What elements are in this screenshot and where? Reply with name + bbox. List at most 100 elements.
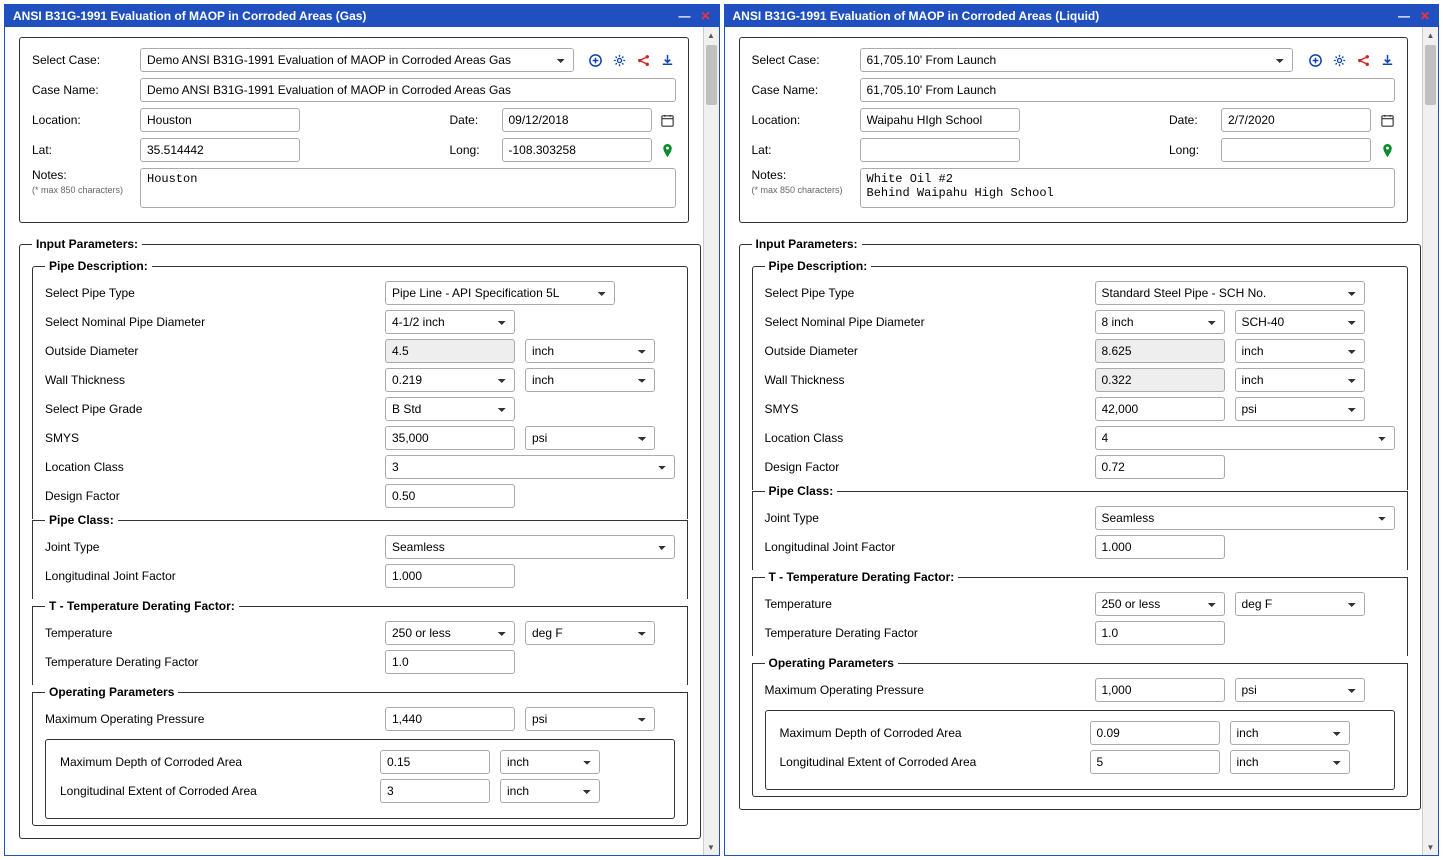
notes-input[interactable] (860, 168, 1396, 208)
scroll-up-icon[interactable]: ▲ (1423, 27, 1438, 43)
smys-input[interactable] (385, 426, 515, 450)
temperature-select[interactable]: 250 or less (1095, 592, 1225, 616)
pipe-grade-select[interactable]: B Std (385, 397, 515, 421)
max-depth-corroded-unit[interactable]: inch (1230, 721, 1350, 745)
label-notes: Notes: (752, 168, 787, 182)
max-depth-corroded-unit[interactable]: inch (500, 750, 600, 774)
smys-unit[interactable]: psi (1235, 397, 1365, 421)
scroll-up-icon[interactable]: ▲ (704, 27, 719, 43)
label-long-extent-corroded: Longitudinal Extent of Corroded Area (60, 784, 370, 798)
location-class-select[interactable]: 4 (1095, 426, 1395, 450)
case-name-input[interactable] (140, 78, 676, 102)
temperature-unit[interactable]: deg F (525, 621, 655, 645)
legend-pipe-desc: Pipe Description: (45, 259, 152, 273)
location-input[interactable] (140, 108, 300, 132)
long-joint-factor-input[interactable] (385, 564, 515, 588)
add-icon[interactable] (588, 52, 604, 68)
design-factor-input[interactable] (1095, 455, 1225, 479)
minimize-button[interactable]: — (1398, 9, 1410, 23)
scroll-down-icon[interactable]: ▼ (704, 839, 719, 855)
max-op-pressure-input[interactable] (1095, 678, 1225, 702)
wall-thickness-unit[interactable]: inch (525, 368, 655, 392)
outside-diameter-unit[interactable]: inch (1235, 339, 1365, 363)
long-extent-corroded-input[interactable] (1090, 750, 1220, 774)
long-extent-corroded-unit[interactable]: inch (1230, 750, 1350, 774)
header-block: Select Case: Demo ANSI B31G-1991 Evaluat… (19, 37, 689, 223)
joint-type-select[interactable]: Seamless (1095, 506, 1395, 530)
download-icon[interactable] (660, 52, 676, 68)
notes-input[interactable] (140, 168, 676, 208)
outside-diameter-input (385, 339, 515, 363)
design-factor-input[interactable] (385, 484, 515, 508)
scrollbar[interactable]: ▲ ▼ (1422, 27, 1438, 855)
temp-derating-factor-input[interactable] (385, 650, 515, 674)
window-gas: ANSI B31G-1991 Evaluation of MAOP in Cor… (4, 4, 720, 856)
calendar-icon[interactable] (660, 112, 676, 128)
scrollbar[interactable]: ▲ ▼ (703, 27, 719, 855)
close-button[interactable]: ✕ (700, 9, 710, 23)
long-input[interactable] (502, 138, 652, 162)
label-lat: Lat: (752, 143, 852, 157)
map-pin-icon[interactable] (660, 142, 676, 158)
label-notes-sub: (* max 850 characters) (752, 185, 843, 195)
sch-select[interactable]: SCH-40 (1235, 310, 1365, 334)
date-input[interactable] (502, 108, 652, 132)
label-notes-sub: (* max 850 characters) (32, 185, 123, 195)
outside-diameter-unit[interactable]: inch (525, 339, 655, 363)
label-case-name: Case Name: (752, 83, 852, 97)
wall-thickness-select[interactable]: 0.219 (385, 368, 515, 392)
temp-derating-factor-input[interactable] (1095, 621, 1225, 645)
lat-input[interactable] (860, 138, 1020, 162)
long-input[interactable] (1221, 138, 1371, 162)
location-class-select[interactable]: 3 (385, 455, 675, 479)
date-input[interactable] (1221, 108, 1371, 132)
nominal-diameter-select[interactable]: 4-1/2 inch (385, 310, 515, 334)
add-icon[interactable] (1307, 52, 1323, 68)
case-name-input[interactable] (860, 78, 1396, 102)
select-case[interactable]: Demo ANSI B31G-1991 Evaluation of MAOP i… (140, 48, 574, 72)
scroll-down-icon[interactable]: ▼ (1423, 839, 1438, 855)
max-depth-corroded-input[interactable] (1090, 721, 1220, 745)
share-icon[interactable] (1355, 52, 1371, 68)
label-temp-derating-factor: Temperature Derating Factor (45, 655, 375, 669)
label-nom-diam: Select Nominal Pipe Diameter (765, 315, 1085, 329)
gear-icon[interactable] (612, 52, 628, 68)
lat-input[interactable] (140, 138, 300, 162)
max-depth-corroded-input[interactable] (380, 750, 490, 774)
window-title: ANSI B31G-1991 Evaluation of MAOP in Cor… (13, 9, 366, 23)
temperature-select[interactable]: 250 or less (385, 621, 515, 645)
max-op-pressure-unit[interactable]: psi (1235, 678, 1365, 702)
wall-thickness-unit[interactable]: inch (1235, 368, 1365, 392)
gear-icon[interactable] (1331, 52, 1347, 68)
long-extent-corroded-input[interactable] (380, 779, 490, 803)
max-op-pressure-unit[interactable]: psi (525, 707, 655, 731)
smys-unit[interactable]: psi (525, 426, 655, 450)
wall-thickness-input (1095, 368, 1225, 392)
label-long: Long: (450, 143, 494, 157)
pipe-type-select[interactable]: Pipe Line - API Specification 5L (385, 281, 615, 305)
location-input[interactable] (860, 108, 1020, 132)
label-pipe-type: Select Pipe Type (765, 286, 1085, 300)
close-button[interactable]: ✕ (1420, 9, 1430, 23)
select-case[interactable]: 61,705.10' From Launch (860, 48, 1294, 72)
label-long: Long: (1169, 143, 1213, 157)
nominal-diameter-select[interactable]: 8 inch (1095, 310, 1225, 334)
joint-type-select[interactable]: Seamless (385, 535, 675, 559)
download-icon[interactable] (1379, 52, 1395, 68)
content-gas: Select Case: Demo ANSI B31G-1991 Evaluat… (5, 27, 703, 855)
label-max-depth-corroded: Maximum Depth of Corroded Area (780, 726, 1080, 740)
max-op-pressure-input[interactable] (385, 707, 515, 731)
long-joint-factor-input[interactable] (1095, 535, 1225, 559)
scroll-thumb[interactable] (706, 45, 717, 105)
long-extent-corroded-unit[interactable]: inch (500, 779, 600, 803)
calendar-icon[interactable] (1379, 112, 1395, 128)
temperature-unit[interactable]: deg F (1235, 592, 1365, 616)
map-pin-icon[interactable] (1379, 142, 1395, 158)
scroll-thumb[interactable] (1425, 45, 1436, 105)
share-icon[interactable] (636, 52, 652, 68)
pipe-type-select[interactable]: Standard Steel Pipe - SCH No. (1095, 281, 1365, 305)
window-liquid: ANSI B31G-1991 Evaluation of MAOP in Cor… (724, 4, 1440, 856)
label-pipe-type: Select Pipe Type (45, 286, 375, 300)
minimize-button[interactable]: — (678, 9, 690, 23)
smys-input[interactable] (1095, 397, 1225, 421)
